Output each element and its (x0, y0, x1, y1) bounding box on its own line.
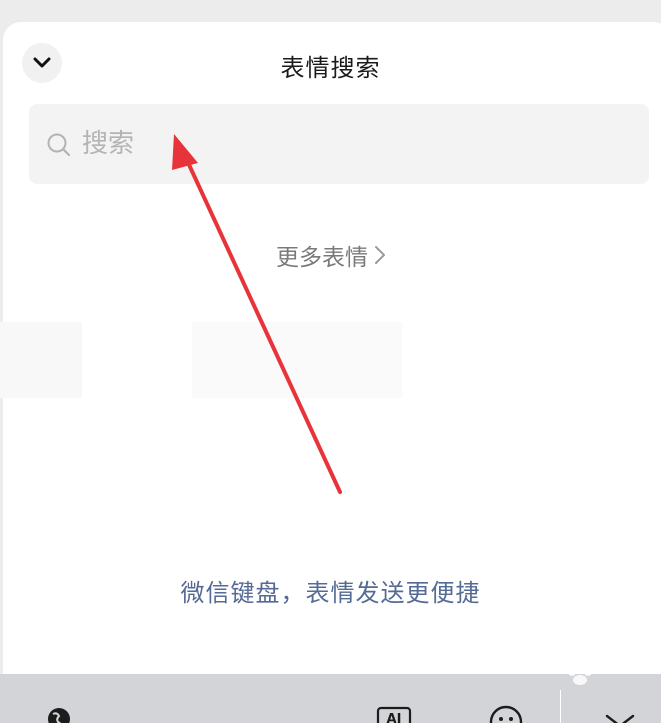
emoji-icon[interactable] (488, 704, 524, 723)
search-input[interactable] (82, 124, 622, 164)
ai-icon[interactable]: AI (376, 704, 414, 723)
sticker-search-screen: 表情搜索 更多表情 微信键盘，表情发送更便捷 AI (0, 0, 661, 723)
chevron-icon[interactable] (604, 712, 636, 723)
page-title: 表情搜索 (280, 54, 381, 82)
placeholder-block (192, 322, 402, 398)
search-icon (47, 133, 71, 157)
more-stickers-link[interactable]: 更多表情 (276, 238, 386, 272)
svg-text:AI: AI (387, 712, 402, 723)
placeholder-block (0, 322, 82, 398)
toolbar-divider (560, 690, 561, 723)
keyboard-toolbar (0, 674, 661, 723)
globe-icon[interactable] (44, 704, 74, 723)
more-stickers-label: 更多表情 (276, 245, 368, 271)
wechat-keyboard-promo[interactable]: 微信键盘，表情发送更便捷 (0, 573, 661, 608)
chevron-right-icon (375, 246, 385, 264)
